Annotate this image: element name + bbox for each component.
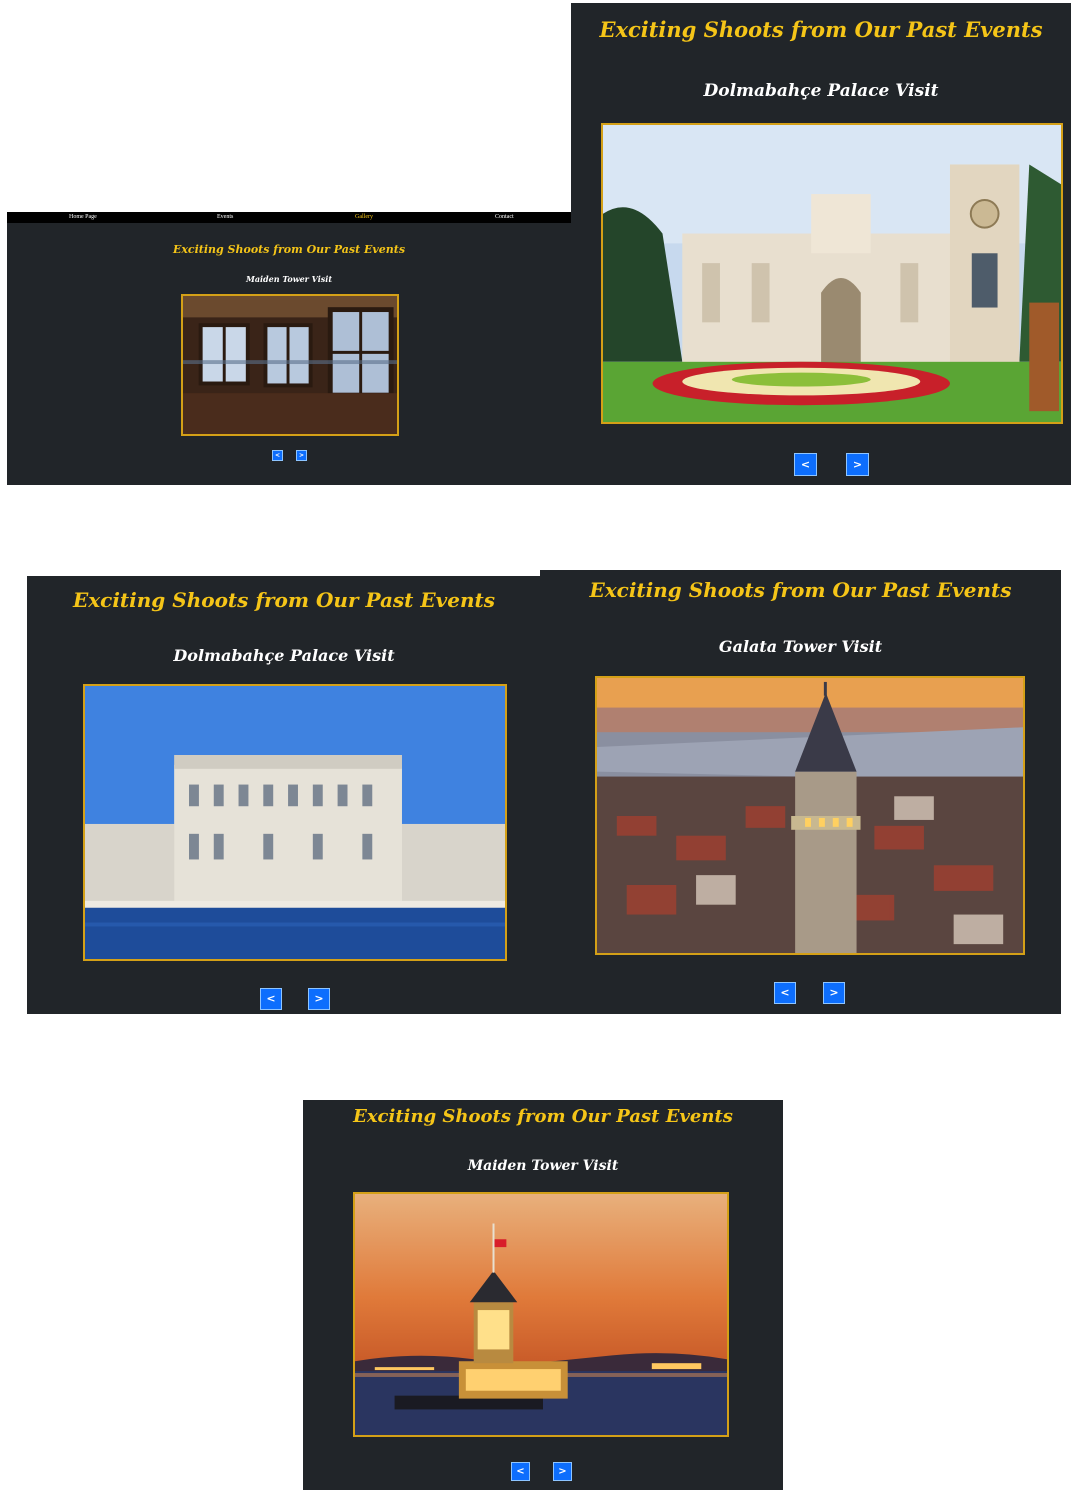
prev-button[interactable]: <: [260, 988, 282, 1010]
gallery-panel-galata-tower: Exciting Shoots from Our Past Events Gal…: [540, 570, 1061, 1014]
slide-image-frame: [83, 684, 507, 961]
gallery-panel-maiden-tower-sunset: Exciting Shoots from Our Past Events Mai…: [303, 1100, 783, 1490]
nav-home-link[interactable]: Home Page: [69, 212, 97, 222]
prev-button[interactable]: <: [774, 982, 796, 1004]
gallery-heading: Exciting Shoots from Our Past Events: [72, 588, 495, 612]
slide-image-frame: [595, 676, 1025, 955]
gallery-heading: Exciting Shoots from Our Past Events: [172, 243, 406, 256]
gallery-heading: Exciting Shoots from Our Past Events: [353, 1106, 733, 1127]
next-button[interactable]: >: [296, 450, 307, 461]
maiden-tower-sunset-photo: [355, 1194, 727, 1435]
gallery-heading: Exciting Shoots from Our Past Events: [589, 578, 1012, 602]
prev-button[interactable]: <: [272, 450, 283, 461]
next-button[interactable]: >: [846, 453, 869, 476]
slide-caption: Dolmabahçe Palace Visit: [173, 646, 395, 665]
next-button[interactable]: >: [553, 1462, 572, 1481]
navbar: Home Page Events Gallery Contact: [7, 212, 571, 223]
slide-image-frame: [353, 1192, 729, 1437]
gallery-panel-dolmabahce-gate: Exciting Shoots from Our Past Events Dol…: [571, 3, 1071, 485]
slide-image-frame: [601, 123, 1063, 424]
next-button[interactable]: >: [308, 988, 330, 1010]
slide-caption: Dolmabahçe Palace Visit: [703, 81, 939, 101]
dolmabahce-seafront-photo: [85, 686, 505, 959]
galata-tower-aerial-photo: [597, 678, 1023, 953]
next-button[interactable]: >: [823, 982, 845, 1004]
nav-contact-link[interactable]: Contact: [495, 212, 514, 222]
slide-image-frame: [181, 294, 399, 436]
gallery-panel-dolmabahce-seafront: Exciting Shoots from Our Past Events Dol…: [27, 576, 541, 1014]
gallery-panel-small: Exciting Shoots from Our Past Events Mai…: [7, 223, 571, 485]
dolmabahce-gate-photo: [603, 125, 1061, 422]
nav-events-link[interactable]: Events: [217, 212, 233, 222]
slide-caption: Maiden Tower Visit: [467, 1158, 619, 1174]
prev-button[interactable]: <: [794, 453, 817, 476]
nav-gallery-link[interactable]: Gallery: [355, 212, 373, 222]
maiden-tower-interior-photo: [183, 296, 397, 434]
prev-button[interactable]: <: [511, 1462, 530, 1481]
slide-caption: Galata Tower Visit: [718, 637, 883, 656]
gallery-heading: Exciting Shoots from Our Past Events: [599, 17, 1043, 42]
slide-caption: Maiden Tower Visit: [245, 274, 333, 284]
